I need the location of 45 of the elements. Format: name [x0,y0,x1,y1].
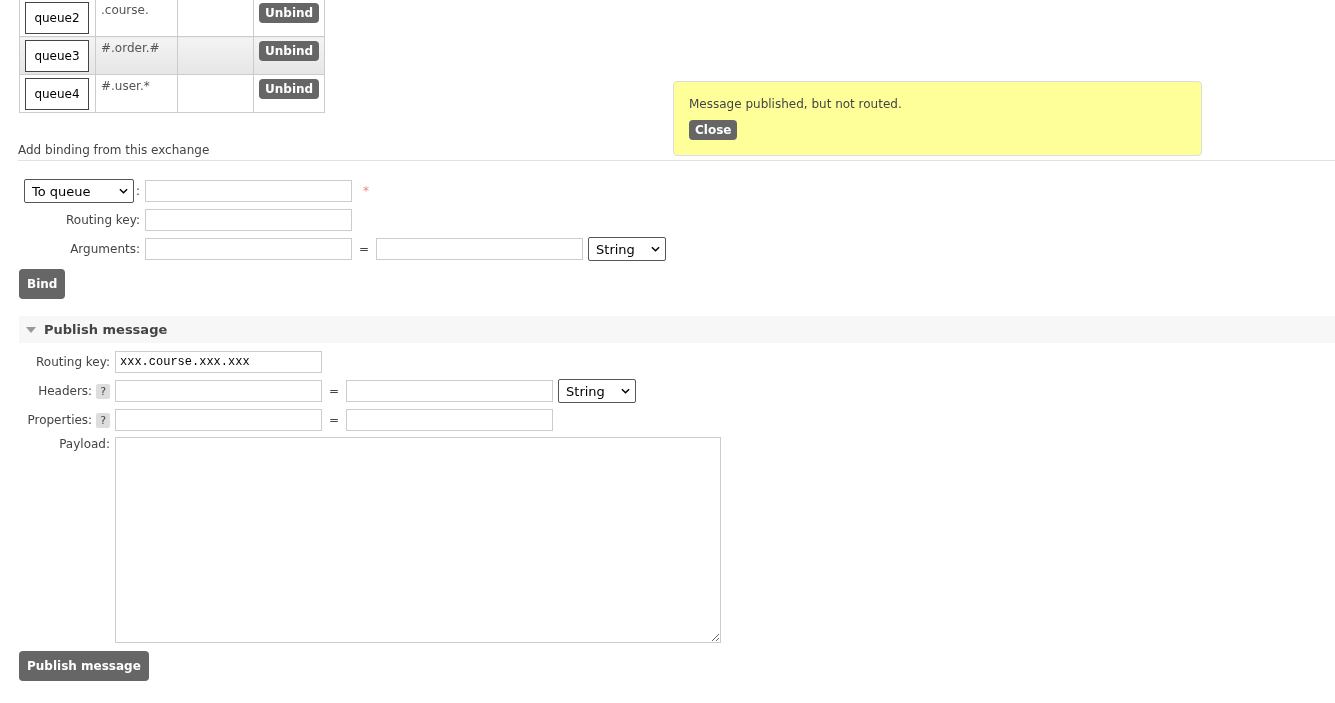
payload-input[interactable] [115,437,721,643]
queue-link[interactable]: queue3 [25,39,89,72]
payload-label: Payload: [59,437,110,451]
property-key-input[interactable] [115,409,322,431]
bind-button[interactable]: Bind [19,269,66,299]
chevron-icon [621,388,631,394]
type-select[interactable]: String [558,379,637,403]
publish-button[interactable]: Publish message [19,651,149,681]
queue-link[interactable]: queue2 [25,1,89,34]
flash-text: Message published, but not routed. [689,97,903,111]
header-key-input[interactable] [115,380,322,402]
routing-key-label: Routing key: [36,355,110,369]
equals-sign: = [329,413,340,427]
equals-sign: = [329,384,340,398]
type-select[interactable]: String [588,237,667,261]
routing-key-text: #.order.# [101,41,160,55]
properties-label: Properties: [27,413,93,427]
section-heading: Add binding from this exchange [18,143,1335,161]
colon-text: : [135,184,140,198]
unbind-button[interactable]: Unbind [259,3,320,23]
destination-input[interactable] [145,180,352,202]
routing-key-text: .course. [101,3,149,17]
destination-select[interactable]: To queue [24,179,134,203]
section-header[interactable]: Publish message [19,316,1335,343]
help-button[interactable]: ? [96,383,110,399]
required-mark: * [363,184,369,198]
triangle-icon [26,326,36,333]
routing-key-input[interactable] [145,209,352,231]
chevron-icon [118,188,128,194]
argument-value-input[interactable] [376,238,584,260]
routing-key-input[interactable]: xxx.course.xxx.xxx [115,351,322,373]
equals-sign: = [359,242,370,256]
routing-key-text: #.user.* [101,79,150,93]
help-button[interactable]: ? [96,412,110,428]
unbind-button[interactable]: Unbind [259,41,320,61]
chevron-icon [651,246,661,252]
unbind-button[interactable]: Unbind [259,79,320,99]
routing-key-label: Routing key: [66,213,140,227]
close-button[interactable]: Close [689,120,738,140]
argument-key-input[interactable] [145,238,352,260]
queue-link[interactable]: queue4 [25,77,89,110]
header-value-input[interactable] [346,380,554,402]
headers-label: Headers: [38,384,93,398]
arguments-label: Arguments: [70,242,140,256]
property-value-input[interactable] [346,409,554,431]
